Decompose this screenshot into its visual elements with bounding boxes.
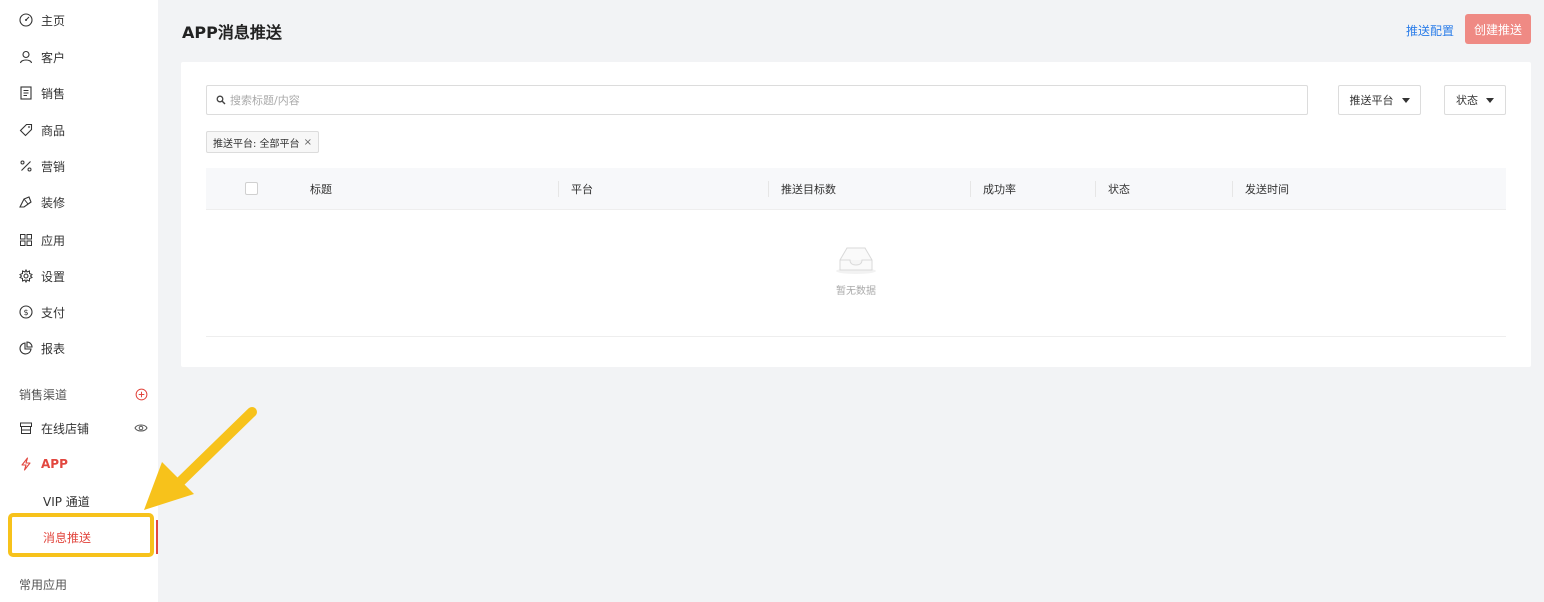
column-header-sent-time[interactable]: 发送时间 [1245,168,1289,210]
create-push-button[interactable]: 创建推送 [1465,14,1531,44]
brush-icon [19,195,33,209]
sidebar-item-label: 主页 [41,13,66,28]
active-filter-tag: 推送平台: 全部平台 × [206,131,319,153]
empty-inbox-icon [834,242,878,276]
add-channel-icon[interactable] [134,387,148,401]
sidebar-item-marketing[interactable]: 营销 [0,152,158,180]
search-icon [216,95,226,105]
tag-icon [19,123,33,137]
sidebar-item-settings[interactable]: 设置 [0,262,158,290]
status-dropdown-label: 状态 [1456,94,1478,107]
svg-text:$: $ [23,308,28,317]
sidebar-item-label: 支付 [41,305,66,320]
sidebar-item-sales[interactable]: 销售 [0,79,158,107]
sidebar-item-reports[interactable]: 报表 [0,334,158,362]
select-all-checkbox[interactable] [245,182,258,195]
sidebar-item-decoration[interactable]: 装修 [0,188,158,216]
sales-channels-label: 销售渠道 [19,388,68,402]
sidebar-subitem-label: VIP 通道 [43,494,90,509]
sidebar-item-label: 设置 [41,269,66,284]
store-icon [19,421,33,435]
sidebar-item-label: 在线店铺 [41,421,90,436]
sidebar-item-label: 营销 [41,159,66,174]
column-header-platform[interactable]: 平台 [571,168,593,210]
platform-dropdown[interactable]: 推送平台 [1338,85,1421,115]
sidebar-item-label: 报表 [41,341,66,356]
column-header-status[interactable]: 状态 [1108,168,1130,210]
search-box[interactable] [206,85,1308,115]
common-apps-label: 常用应用 [19,578,68,592]
status-dropdown[interactable]: 状态 [1444,85,1506,115]
filter-tag-label: 推送平台: 全部平台 [213,138,300,150]
lightning-icon [19,457,33,471]
sidebar-item-label: 应用 [41,233,66,248]
column-divider [1095,181,1096,197]
pie-chart-icon [19,341,33,355]
column-header-targets[interactable]: 推送目标数 [781,168,836,210]
sidebar: 主页 客户 销售 商品 营销 装修 应用 设置 $ 支付 报表 销售渠道 在线店… [0,0,158,602]
column-header-success-rate[interactable]: 成功率 [983,168,1016,210]
dollar-icon: $ [19,305,33,319]
sidebar-subitem-vip[interactable]: VIP 通道 [0,487,158,515]
sidebar-item-payment[interactable]: $ 支付 [0,298,158,326]
table-header: 标题 平台 推送目标数 成功率 状态 发送时间 [206,168,1506,210]
sidebar-item-apps[interactable]: 应用 [0,226,158,254]
eye-icon[interactable] [134,421,148,435]
dashboard-icon [19,13,33,27]
column-header-title[interactable]: 标题 [310,168,332,210]
highlight-box [8,513,154,557]
search-input[interactable] [230,93,1230,107]
percent-icon [19,159,33,173]
platform-dropdown-label: 推送平台 [1349,94,1394,107]
column-divider [970,181,971,197]
sidebar-item-label: 销售 [41,86,66,101]
caret-down-icon [1401,97,1410,103]
sidebar-item-label: 商品 [41,123,66,138]
column-divider [768,181,769,197]
gear-icon [19,269,33,283]
sidebar-item-app[interactable]: APP [0,450,158,478]
sidebar-item-customers[interactable]: 客户 [0,43,158,71]
empty-text: 暂无数据 [836,286,876,297]
column-divider [558,181,559,197]
grid-icon [19,233,33,247]
sidebar-item-home[interactable]: 主页 [0,6,158,34]
column-divider [1232,181,1233,197]
sidebar-item-label: APP [41,457,68,471]
empty-state: 暂无数据 [806,242,906,297]
caret-down-icon [1486,97,1494,103]
user-icon [19,50,33,64]
page-title: APP消息推送 [182,23,282,42]
active-indicator [156,520,158,554]
sidebar-item-label: 客户 [41,50,66,65]
close-icon[interactable]: × [304,137,312,148]
table-bottom-border [206,336,1506,337]
sidebar-item-label: 装修 [41,195,66,210]
push-config-link[interactable]: 推送配置 [1406,22,1454,39]
sidebar-item-products[interactable]: 商品 [0,116,158,144]
document-icon [19,86,33,100]
content-card: 推送平台 状态 推送平台: 全部平台 × 标题 平台 推送目标数 成功率 状态 … [181,62,1531,367]
